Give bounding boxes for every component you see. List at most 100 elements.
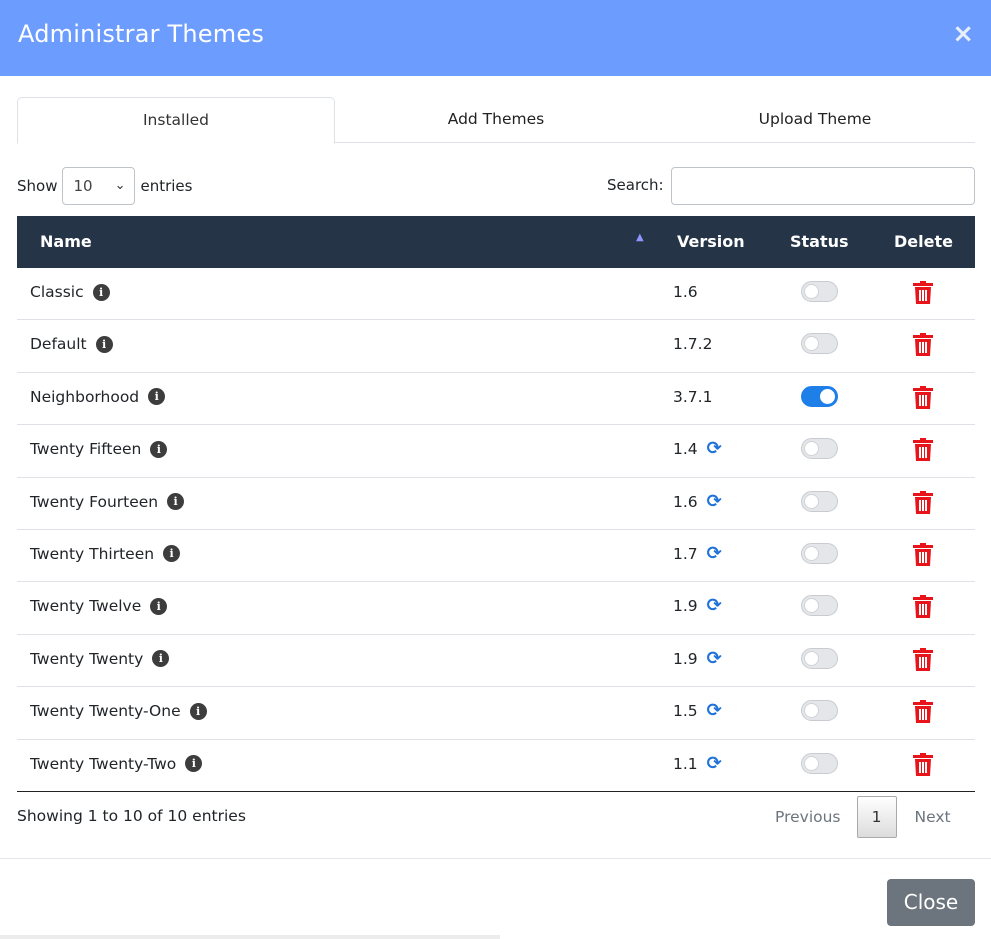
next-button[interactable]: Next <box>897 796 969 838</box>
chevron-down-icon: ⌄ <box>114 178 126 193</box>
search-input[interactable] <box>671 167 975 205</box>
info-circle-icon[interactable]: i <box>167 493 185 511</box>
trash-icon[interactable] <box>913 385 933 409</box>
column-delete[interactable]: Delete <box>894 216 953 268</box>
theme-version: 1.1 <box>673 754 698 773</box>
table-row: Twenty Twelve i 1.9 ⟳ <box>17 582 975 635</box>
status-toggle[interactable] <box>801 595 838 617</box>
page-1-button[interactable]: 1 <box>856 796 897 838</box>
version-cell: 1.5 ⟳ <box>673 687 722 735</box>
tab-upload-theme[interactable]: Upload Theme <box>656 97 974 143</box>
column-status[interactable]: Status <box>790 216 849 268</box>
version-cell: 1.7.2 <box>673 320 712 368</box>
trash-icon[interactable] <box>913 542 933 566</box>
theme-name-cell: Twenty Fifteen i <box>30 425 168 473</box>
version-cell: 1.9 ⟳ <box>673 635 722 683</box>
trash-icon[interactable] <box>913 490 933 514</box>
theme-name: Twenty Thirteen <box>30 544 155 563</box>
info-circle-icon[interactable]: i <box>185 755 203 773</box>
status-toggle[interactable] <box>801 385 838 407</box>
info-circle-icon[interactable]: i <box>150 597 168 615</box>
table-row: Twenty Twenty-One i 1.5 ⟳ <box>17 687 975 740</box>
info-circle-icon[interactable]: i <box>92 283 110 301</box>
status-toggle[interactable] <box>801 490 838 512</box>
refresh-icon[interactable]: ⟳ <box>707 492 722 511</box>
theme-name: Twenty Twenty <box>30 649 144 668</box>
previous-button[interactable]: Previous <box>759 796 857 838</box>
info-circle-icon[interactable]: i <box>152 650 170 668</box>
trash-icon[interactable] <box>913 700 933 724</box>
modal-header: Administrar Themes × <box>0 0 991 76</box>
info-circle-icon[interactable]: i <box>163 545 181 563</box>
toggle-knob <box>804 650 819 666</box>
entries-select[interactable]: 10 ⌄ <box>62 167 136 205</box>
status-toggle[interactable] <box>801 333 838 355</box>
sort-asc-icon: ▲ <box>636 232 644 243</box>
theme-name: Twenty Fifteen <box>30 440 142 459</box>
theme-version: 1.4 <box>673 440 698 459</box>
theme-version: 1.5 <box>673 702 698 721</box>
version-cell: 3.7.1 <box>673 373 712 421</box>
close-button[interactable]: Close <box>887 879 975 926</box>
trash-icon[interactable] <box>913 595 933 619</box>
info-circle-icon[interactable]: i <box>189 702 207 720</box>
refresh-icon[interactable]: ⟳ <box>707 440 722 458</box>
close-icon[interactable]: × <box>952 21 974 47</box>
table-header: Name ▲ Version Status Delete <box>17 216 975 268</box>
version-cell: 1.6 <box>673 268 698 316</box>
trash-icon[interactable] <box>913 281 933 304</box>
version-cell: 1.6 ⟳ <box>673 478 722 526</box>
footer-divider <box>0 858 991 859</box>
status-toggle[interactable] <box>801 281 838 302</box>
info-circle-icon[interactable]: i <box>150 440 168 458</box>
version-cell: 1.7 ⟳ <box>673 530 722 578</box>
theme-name: Twenty Twelve <box>30 597 142 616</box>
tab-add-themes[interactable]: Add Themes <box>337 97 655 143</box>
info-circle-icon[interactable]: i <box>95 335 113 353</box>
entries-select-value: 10 <box>73 177 93 195</box>
theme-name: Twenty Fourteen <box>30 492 159 511</box>
search-label: Search: <box>607 176 664 194</box>
theme-name-cell: Twenty Twenty i <box>30 635 170 683</box>
pagination: Previous 1 Next <box>759 796 969 838</box>
theme-name: Neighborhood <box>30 387 140 406</box>
table-row: Twenty Twenty i 1.9 ⟳ <box>17 635 975 688</box>
status-toggle[interactable] <box>801 752 838 774</box>
toggle-knob <box>804 441 819 457</box>
tab-installed[interactable]: Installed <box>17 97 335 144</box>
status-toggle[interactable] <box>801 542 838 564</box>
column-version[interactable]: Version <box>677 216 745 268</box>
trash-icon[interactable] <box>913 647 933 671</box>
refresh-icon[interactable]: ⟳ <box>707 597 722 615</box>
theme-name-cell: Twenty Twelve i <box>30 582 168 630</box>
toggle-knob <box>804 598 819 614</box>
entries-length: Show 10 ⌄ entries <box>17 167 192 205</box>
trash-icon[interactable] <box>913 333 933 357</box>
theme-name-cell: Twenty Twenty-Two i <box>30 740 203 788</box>
table-row: Twenty Thirteen i 1.7 ⟳ <box>17 530 975 583</box>
theme-name: Classic <box>30 283 84 301</box>
theme-name-cell: Twenty Twenty-One i <box>30 687 207 735</box>
status-toggle[interactable] <box>801 647 838 669</box>
refresh-icon[interactable]: ⟳ <box>707 754 722 773</box>
refresh-icon[interactable]: ⟳ <box>707 702 722 720</box>
theme-version: 1.9 <box>673 597 698 616</box>
version-cell: 1.4 ⟳ <box>673 425 722 473</box>
status-toggle[interactable] <box>801 700 838 722</box>
toggle-knob <box>804 703 819 719</box>
theme-name-cell: Twenty Thirteen i <box>30 530 181 578</box>
theme-name-cell: Neighborhood i <box>30 373 166 421</box>
trash-icon[interactable] <box>913 752 933 776</box>
trash-icon[interactable] <box>913 438 933 462</box>
theme-version: 3.7.1 <box>673 387 713 406</box>
status-toggle[interactable] <box>801 438 838 460</box>
table-row: Twenty Twenty-Two i 1.1 ⟳ <box>17 740 975 792</box>
column-name[interactable]: Name <box>40 216 92 268</box>
theme-name-cell: Twenty Fourteen i <box>30 478 185 526</box>
refresh-icon[interactable]: ⟳ <box>707 544 722 563</box>
table-row: Twenty Fifteen i 1.4 ⟳ <box>17 425 975 478</box>
info-circle-icon[interactable]: i <box>148 388 166 406</box>
toggle-knob <box>804 755 819 771</box>
table-row: Neighborhood i 3.7.1 <box>17 373 975 426</box>
refresh-icon[interactable]: ⟳ <box>707 649 722 668</box>
